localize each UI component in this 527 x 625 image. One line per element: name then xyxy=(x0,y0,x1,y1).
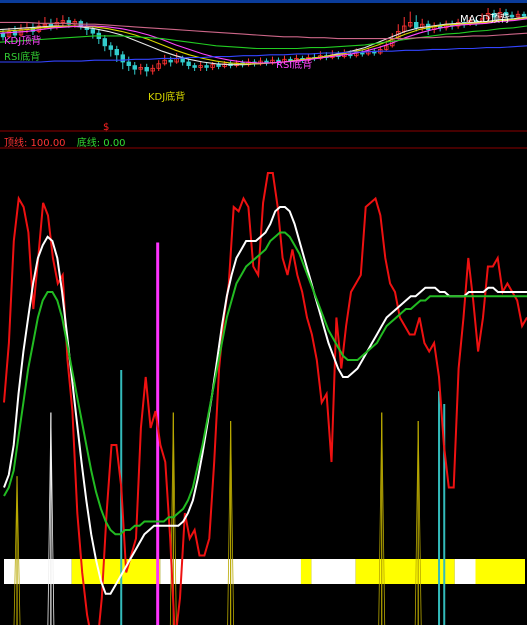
divergence-label: KDJ顶背 xyxy=(4,34,41,47)
candle-body xyxy=(216,64,221,67)
candle-body xyxy=(521,13,527,17)
signal-band-segment xyxy=(475,559,525,584)
signal-band-segment xyxy=(311,559,356,584)
candle-body xyxy=(126,61,131,66)
candle-body xyxy=(509,14,515,18)
candle-body xyxy=(414,21,419,29)
candle-body xyxy=(192,65,197,68)
candle-body xyxy=(144,67,149,72)
candle-body xyxy=(168,59,173,63)
candle-body xyxy=(120,54,125,63)
signal-band-segment xyxy=(71,559,161,584)
divergence-label: MACD顶背 xyxy=(460,12,510,25)
divergence-label: RSI底背 xyxy=(276,58,312,71)
signal-band-segment xyxy=(4,559,72,584)
divergence-label: RSI底背 xyxy=(4,50,40,63)
signal-marker: $ xyxy=(103,122,109,133)
candle-body xyxy=(90,29,96,34)
candle-body xyxy=(132,65,137,70)
candle-body xyxy=(204,65,209,68)
top-line-label: 顶线: 100.00 xyxy=(4,138,66,149)
signal-band-segment xyxy=(300,559,312,584)
candle-body xyxy=(108,45,113,50)
top-frame-bar xyxy=(0,0,527,3)
candle-body xyxy=(360,52,365,55)
candle-body xyxy=(102,38,108,47)
bottom-line-label: 底线: 0.00 xyxy=(76,138,126,149)
chart-canvas: KDJ顶背 RSI底背 KDJ底背 RSI底背 MACD顶背 $ xyxy=(0,0,527,625)
candle-body xyxy=(180,58,185,63)
signal-band-segment xyxy=(454,559,476,584)
signal-bar-cyan xyxy=(438,391,441,625)
candle-body xyxy=(186,61,191,66)
divergence-label: KDJ底背 xyxy=(148,90,185,103)
candle-body xyxy=(114,49,119,56)
indicator-legend: 顶线: 100.00 底线: 0.00 xyxy=(4,134,134,149)
